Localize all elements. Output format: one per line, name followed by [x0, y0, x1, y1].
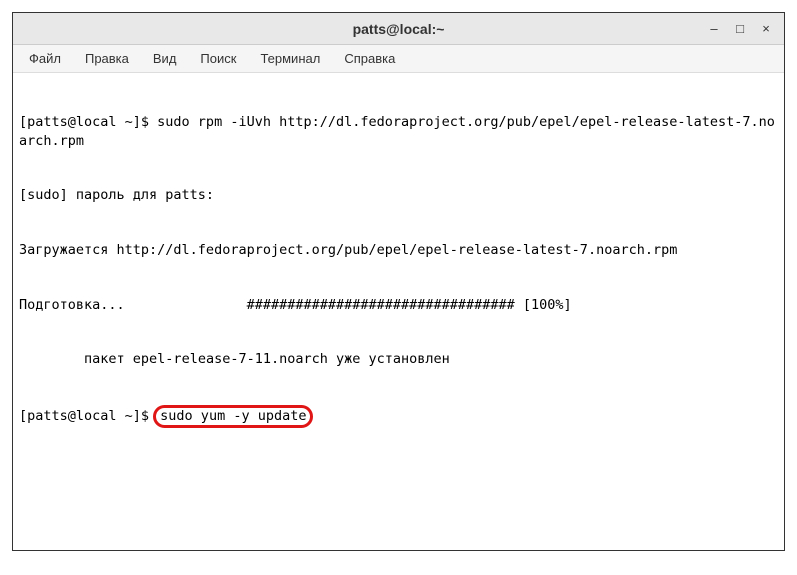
titlebar: patts@local:~ – □ ×	[13, 13, 784, 45]
highlighted-command: sudo yum -y update	[153, 405, 313, 429]
menu-terminal[interactable]: Терминал	[250, 47, 330, 70]
window-title: patts@local:~	[353, 21, 445, 37]
window-controls: – □ ×	[702, 19, 778, 39]
minimize-button[interactable]: –	[702, 19, 726, 39]
terminal-window: patts@local:~ – □ × Файл Правка Вид Поис…	[12, 12, 785, 551]
terminal-line: Загружается http://dl.fedoraproject.org/…	[19, 241, 778, 259]
menu-view[interactable]: Вид	[143, 47, 187, 70]
close-button[interactable]: ×	[754, 19, 778, 39]
terminal-output[interactable]: [patts@local ~]$ sudo rpm -iUvh http://d…	[13, 73, 784, 550]
menu-search[interactable]: Поиск	[190, 47, 246, 70]
menubar: Файл Правка Вид Поиск Терминал Справка	[13, 45, 784, 73]
menu-file[interactable]: Файл	[19, 47, 71, 70]
terminal-line: [patts@local ~]$ sudo rpm -iUvh http://d…	[19, 113, 778, 149]
menu-edit[interactable]: Правка	[75, 47, 139, 70]
terminal-line: пакет epel-release-7-11.noarch уже устан…	[19, 350, 778, 368]
terminal-prompt-line: [patts@local ~]$ sudo yum -y update	[19, 405, 778, 429]
terminal-line: Подготовка... ##########################…	[19, 296, 778, 314]
maximize-button[interactable]: □	[728, 19, 752, 39]
menu-help[interactable]: Справка	[334, 47, 405, 70]
terminal-prompt: [patts@local ~]$	[19, 408, 157, 424]
terminal-line: [sudo] пароль для patts:	[19, 186, 778, 204]
